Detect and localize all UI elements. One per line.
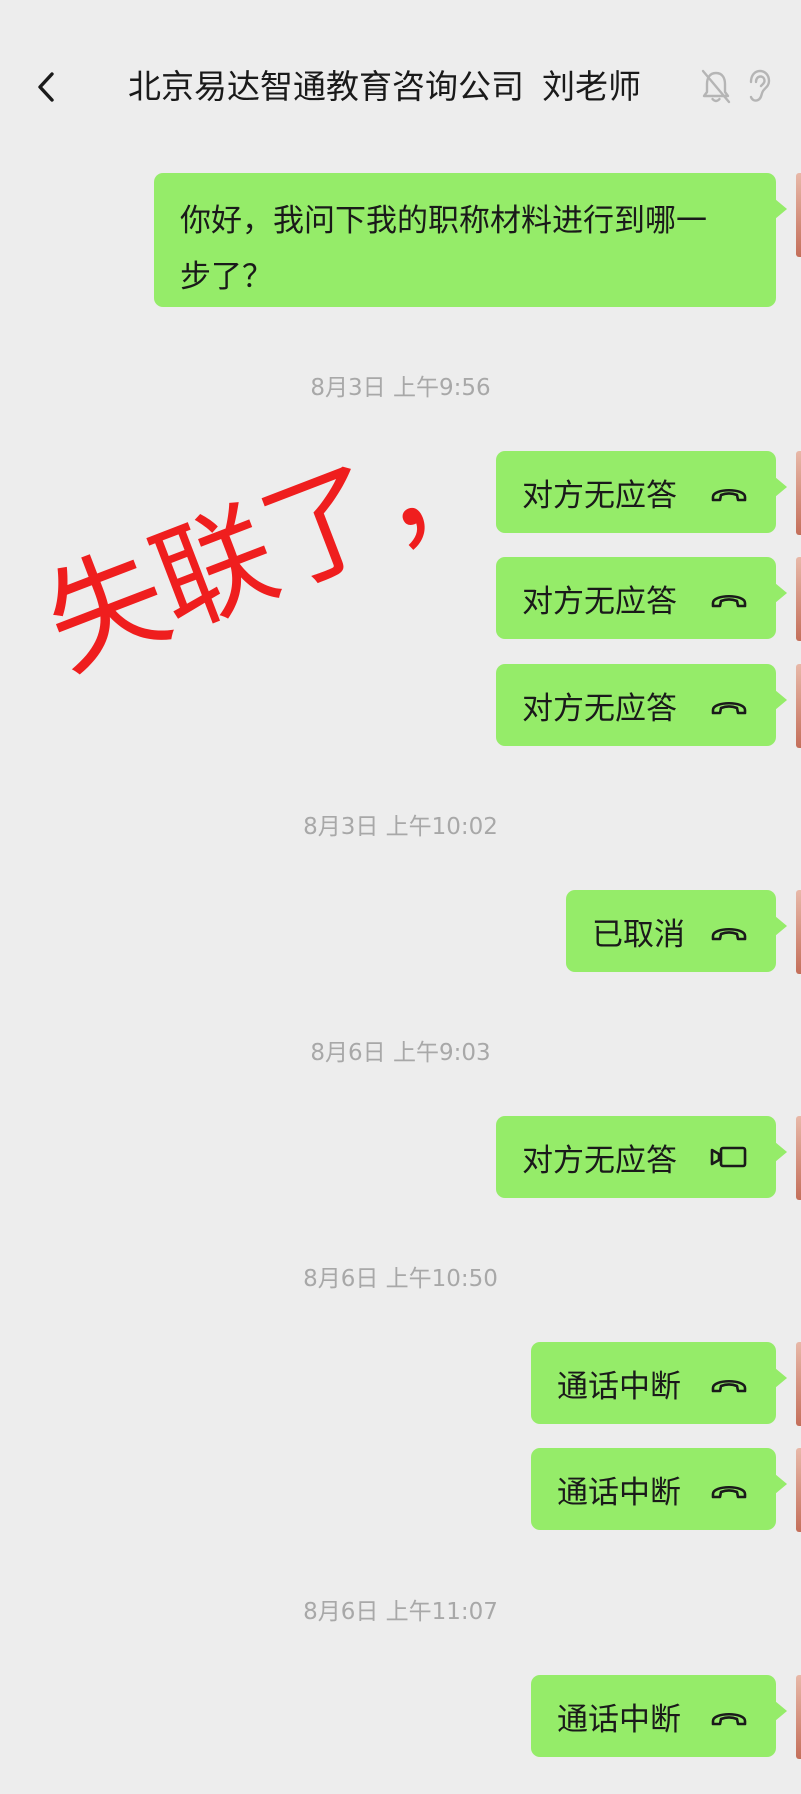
call-record-bubble[interactable]: 对方无应答: [496, 557, 787, 639]
chat-title: 北京易达智通教育咨询公司 刘老师: [128, 62, 698, 112]
call-status-text: 通话中断: [557, 1368, 681, 1405]
company-name: 北京易达智通教育咨询公司: [128, 67, 524, 106]
message-bubble[interactable]: 你好，我问下我的职称材料进行到哪一 步了？: [154, 173, 787, 307]
avatar[interactable]: [796, 1116, 801, 1200]
video-call-icon: [710, 1146, 747, 1168]
red-annotation-text: 失联了，: [27, 400, 510, 696]
voice-call-icon: [711, 701, 747, 715]
voice-call-icon: [711, 1712, 747, 1726]
call-record-bubble[interactable]: 通话中断: [531, 1342, 787, 1424]
chat-header: 北京易达智通教育咨询公司 刘老师: [0, 0, 801, 150]
call-record-bubble[interactable]: 已取消: [566, 890, 787, 972]
call-record-bubble[interactable]: 对方无应答: [496, 664, 787, 746]
contact-name: 刘老师: [542, 67, 641, 106]
call-status-text: 通话中断: [557, 1701, 681, 1738]
voice-call-icon: [711, 488, 747, 502]
avatar[interactable]: [796, 664, 801, 748]
call-status-text: 对方无应答: [522, 1142, 677, 1179]
avatar[interactable]: [796, 890, 801, 974]
message-line: 你好，我问下我的职称材料进行到哪一: [180, 203, 707, 239]
avatar[interactable]: [796, 1448, 801, 1532]
back-button[interactable]: [30, 62, 66, 112]
timestamp: 8月6日 上午9:03: [310, 1040, 491, 1066]
mute-bell-icon: [701, 69, 731, 104]
call-status-text: 已取消: [592, 916, 685, 953]
hearing-icon: [749, 69, 771, 102]
voice-call-icon: [711, 594, 747, 608]
call-record-bubble[interactable]: 通话中断: [531, 1675, 787, 1757]
timestamp: 8月3日 上午10:02: [303, 814, 498, 840]
call-status-text: 对方无应答: [522, 583, 677, 620]
call-status-text: 对方无应答: [522, 477, 677, 514]
timestamp: 8月6日 上午10:50: [303, 1266, 498, 1292]
call-status-text: 对方无应答: [522, 690, 677, 727]
call-status-text: 通话中断: [557, 1474, 681, 1511]
call-record-bubble[interactable]: 对方无应答: [496, 1116, 787, 1198]
call-record-bubble[interactable]: 对方无应答: [496, 451, 787, 533]
chevron-left-icon: [38, 72, 54, 102]
avatar[interactable]: [796, 451, 801, 535]
avatar[interactable]: [796, 1342, 801, 1426]
call-record-bubble[interactable]: 通话中断: [531, 1448, 787, 1530]
avatar[interactable]: [796, 1675, 801, 1759]
avatar[interactable]: [796, 173, 801, 257]
voice-call-icon: [711, 1485, 747, 1499]
voice-call-icon: [711, 1379, 747, 1393]
voice-call-icon: [711, 927, 747, 941]
message-line: 步了？: [180, 259, 273, 295]
timestamp: 8月6日 上午11:07: [303, 1599, 498, 1625]
avatar[interactable]: [796, 557, 801, 641]
